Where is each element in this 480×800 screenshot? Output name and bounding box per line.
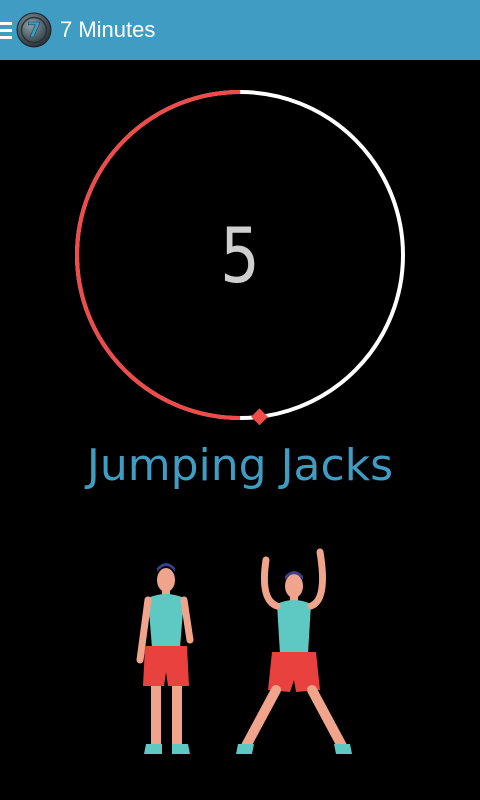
countdown-timer: 5 (70, 85, 410, 425)
standing-person-figure (136, 563, 194, 754)
app-logo-icon: 7 (16, 12, 52, 48)
home-up-button[interactable]: 7 (0, 0, 52, 60)
menu-icon (0, 0, 14, 60)
app-logo-text: 7 (27, 18, 41, 42)
exercise-name: Jumping Jacks (86, 440, 394, 491)
jumping-person-figure (236, 548, 352, 754)
app-title: 7 Minutes (60, 17, 156, 42)
jumping-jacks-figure-icon (136, 548, 352, 754)
timer-count: 5 (220, 210, 260, 300)
action-bar: 7 7 Minutes (0, 0, 480, 60)
